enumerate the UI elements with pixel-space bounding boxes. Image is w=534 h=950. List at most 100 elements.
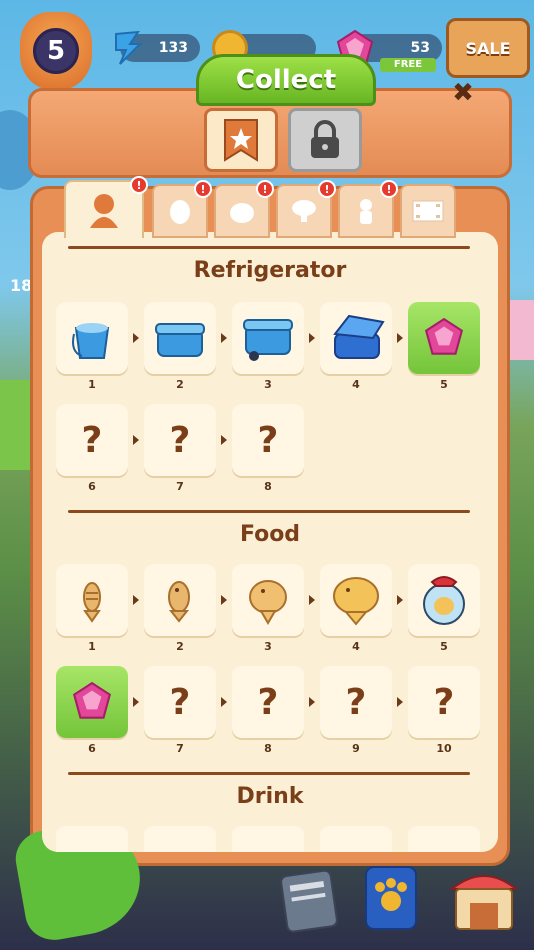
item-number: 1 [88, 378, 96, 391]
tab-bubble[interactable]: ! [276, 180, 336, 238]
question-mark: ? [433, 681, 455, 723]
tab-ingredient[interactable]: ! [152, 180, 212, 238]
arrow-icon [397, 333, 403, 343]
collection-item[interactable] [320, 564, 392, 636]
collection-book-button[interactable] [356, 861, 426, 935]
section-title-refrigerator: Refrigerator [193, 258, 347, 283]
collection-item-unknown[interactable]: ? [408, 666, 480, 738]
level-number: 5 [33, 28, 79, 74]
section-divider [68, 772, 470, 775]
open-cooler-icon [333, 314, 385, 359]
collection-item[interactable] [144, 826, 216, 852]
collection-item[interactable] [408, 564, 480, 636]
section-divider [68, 510, 470, 513]
tab-notification-badge: ! [380, 180, 398, 198]
item-number: 10 [436, 742, 452, 755]
collection-item[interactable] [56, 826, 128, 852]
arrow-icon [397, 697, 403, 707]
item-number: 5 [440, 378, 448, 391]
collection-item[interactable] [320, 826, 392, 852]
item-number: 6 [88, 742, 96, 755]
cat-silhouette-icon [230, 203, 254, 223]
gem-icon [72, 681, 112, 719]
arrow-icon [309, 697, 315, 707]
arrow-icon [133, 595, 139, 605]
locked-collection-button[interactable] [288, 108, 362, 172]
item-number: 7 [176, 742, 184, 755]
shop-stall-icon [449, 875, 519, 930]
shop-button[interactable] [444, 859, 524, 939]
paw-book-icon [365, 866, 417, 930]
arrow-icon [397, 595, 403, 605]
section-title-drink: Drink [236, 784, 304, 809]
arrow-icon [221, 435, 227, 445]
tab-notification-badge: ! [256, 180, 274, 198]
item-number: 5 [440, 640, 448, 653]
collection-item[interactable] [56, 564, 128, 636]
collect-title: Collect [196, 54, 376, 106]
collection-item[interactable] [408, 826, 480, 852]
collection-item[interactable] [56, 302, 128, 374]
item-number: 3 [264, 378, 272, 391]
collection-item-unknown[interactable]: ? [232, 666, 304, 738]
bucket-icon [72, 323, 110, 359]
collection-item[interactable] [232, 826, 304, 852]
arrow-icon [309, 333, 315, 343]
item-number: 6 [88, 480, 96, 493]
collection-item[interactable] [320, 302, 392, 374]
arrow-icon [221, 333, 227, 343]
cook-silhouette-icon [360, 199, 372, 224]
question-mark: ? [345, 681, 367, 723]
close-button[interactable]: ✖ [448, 78, 478, 108]
collection-item[interactable] [144, 302, 216, 374]
tab-notification-badge: ! [194, 180, 212, 198]
film-strip-icon [412, 200, 444, 222]
collection-item[interactable] [232, 564, 304, 636]
arrow-icon [133, 435, 139, 445]
news-button[interactable] [278, 865, 342, 935]
tab-film[interactable] [400, 184, 456, 238]
collection-item[interactable] [232, 302, 304, 374]
collection-item-unknown[interactable]: ? [232, 404, 304, 476]
chef-silhouette-icon [90, 194, 118, 228]
question-mark: ? [81, 419, 103, 461]
energy-value: 133 [158, 40, 188, 56]
section-divider [68, 246, 470, 249]
collection-star-button[interactable] [204, 108, 278, 172]
collection-item[interactable] [144, 564, 216, 636]
tab-chef[interactable]: ! [64, 176, 148, 238]
gem-icon [424, 317, 464, 355]
item-number: 1 [88, 640, 96, 653]
question-mark: ? [257, 419, 279, 461]
item-number: 9 [352, 742, 360, 755]
sale-button[interactable]: SALE [446, 18, 530, 78]
item-number: 4 [352, 640, 360, 653]
tab-notification-badge: ! [130, 176, 148, 194]
collection-item-gem[interactable] [56, 666, 128, 738]
item-number: 8 [264, 742, 272, 755]
collection-item-gem[interactable] [408, 302, 480, 374]
gem-value: 53 [410, 40, 430, 56]
side-number: 18 [10, 276, 33, 295]
item-number: 2 [176, 378, 184, 391]
question-mark: ? [169, 681, 191, 723]
arrow-icon [221, 595, 227, 605]
collection-content[interactable]: Refrigerator 1 2 3 4 5 ? 6 ? 7 ? 8 Food … [42, 232, 498, 852]
item-number: 7 [176, 480, 184, 493]
wheeled-cooler-icon [243, 319, 293, 361]
fish-bone-cookie-icon [83, 582, 101, 623]
collection-item-unknown[interactable]: ? [144, 404, 216, 476]
level-badge[interactable]: 5 [20, 12, 92, 90]
star-bookmark-icon [224, 119, 258, 162]
lock-icon [311, 120, 339, 158]
collection-item-unknown[interactable]: ? [320, 666, 392, 738]
tab-cook[interactable]: ! [338, 180, 398, 238]
collection-item-unknown[interactable]: ? [144, 666, 216, 738]
newspaper-icon [280, 869, 338, 933]
collection-item-unknown[interactable]: ? [56, 404, 128, 476]
free-tag: FREE [380, 58, 436, 72]
tab-cat[interactable]: ! [214, 180, 274, 238]
question-mark: ? [169, 419, 191, 461]
taiyaki-icon [249, 580, 287, 625]
item-number: 3 [264, 640, 272, 653]
